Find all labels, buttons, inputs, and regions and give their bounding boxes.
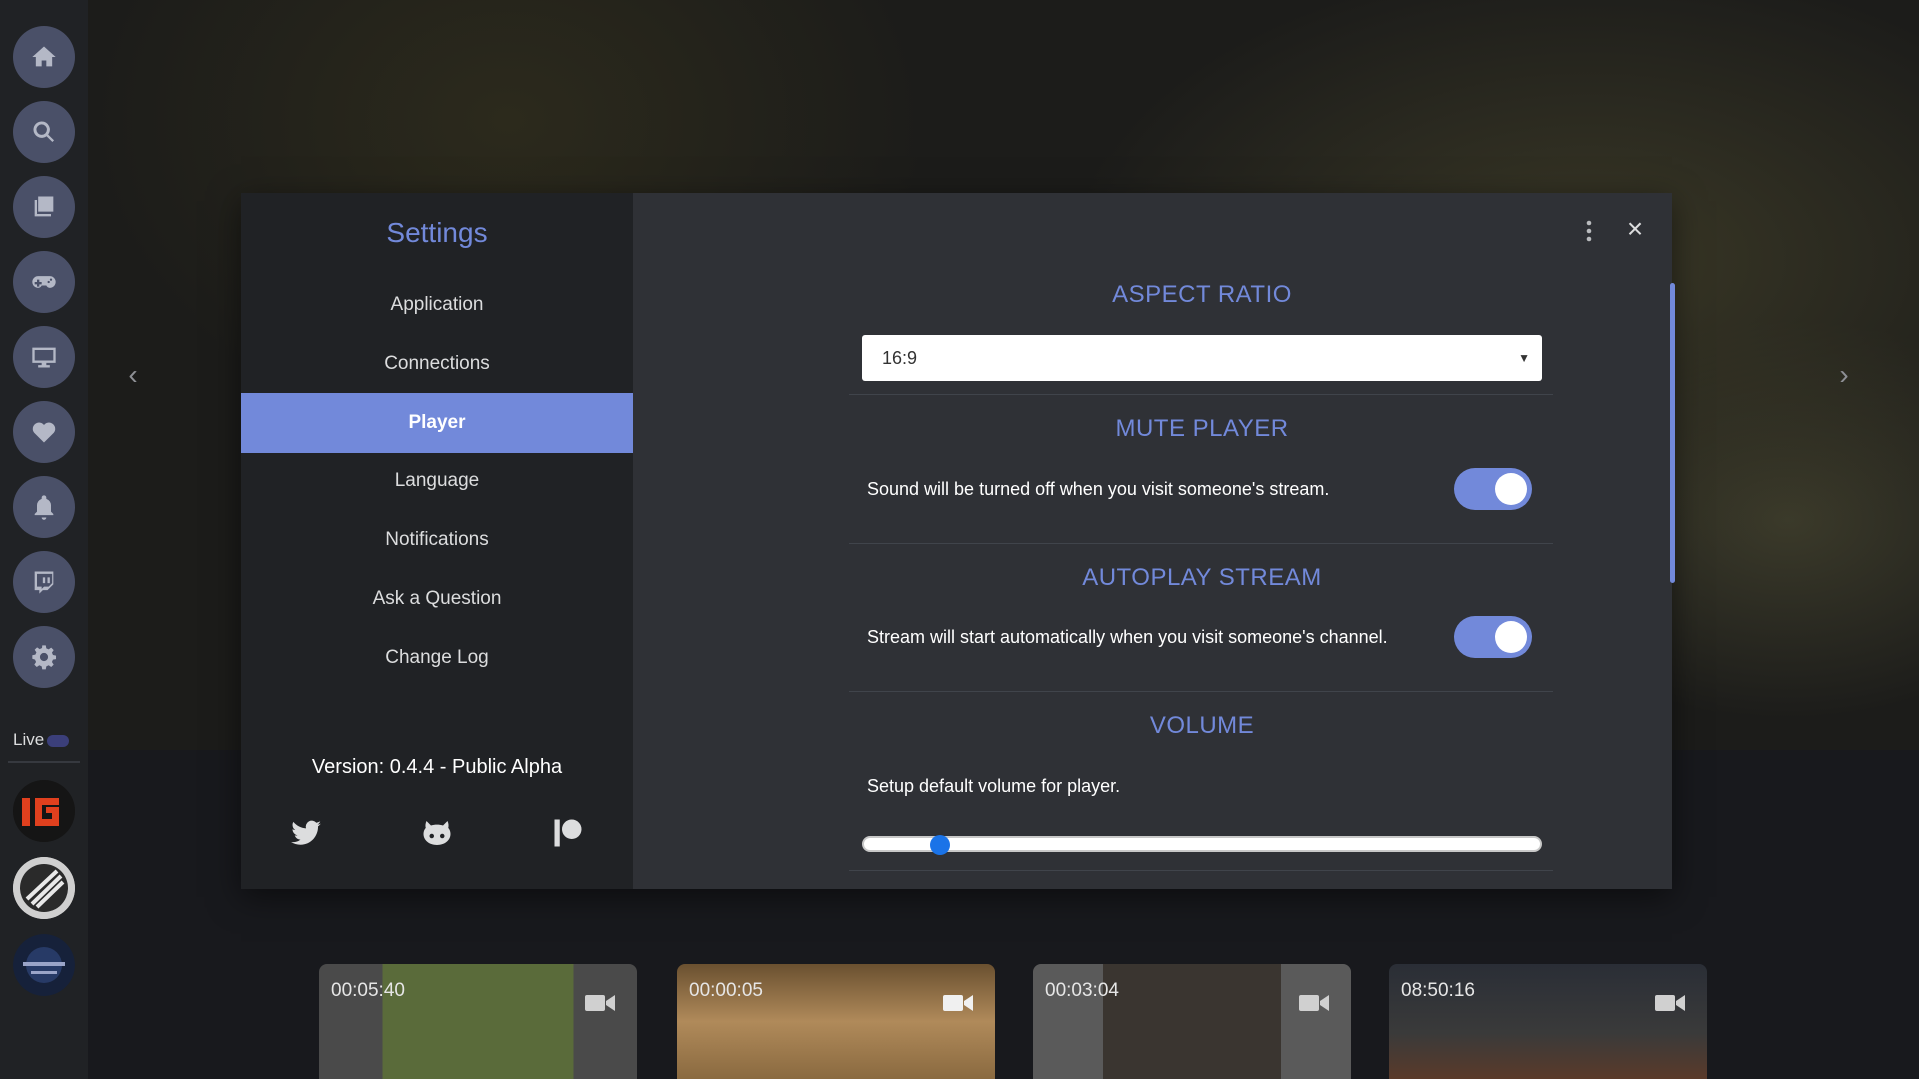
settings-title: Settings (386, 217, 488, 248)
channel-avatar-esl[interactable] (13, 857, 75, 919)
toggle-knob (1495, 473, 1527, 505)
video-thumbnail[interactable]: 00:03:04 (1033, 964, 1351, 1079)
live-label: Live (13, 730, 70, 750)
volume-description: Setup default volume for player. (867, 776, 1121, 796)
video-duration: 00:00:05 (689, 980, 763, 1001)
channel-avatar-dreamhack[interactable] (13, 934, 75, 996)
search-icon[interactable] (13, 101, 75, 163)
toggle-knob (1495, 621, 1527, 653)
volume-title: VOLUME (1149, 712, 1255, 739)
scrollbar[interactable] (1670, 283, 1675, 583)
heart-icon[interactable] (13, 401, 75, 463)
settings-nav-ask-question[interactable]: Ask a Question (241, 570, 633, 628)
divider (849, 691, 1553, 692)
left-rail: Live (0, 0, 88, 1079)
mute-player-description: Sound will be turned off when you visit … (867, 479, 1330, 499)
aspect-ratio-title: ASPECT RATIO (1112, 281, 1292, 308)
divider (849, 394, 1553, 395)
settings-content: × ASPECT RATIO 16:9 ▼ MUTE PLAYER Sound … (633, 193, 1672, 889)
settings-nav-application[interactable]: Application (241, 276, 633, 334)
settings-sidebar: Settings Application Connections Player … (241, 193, 633, 889)
divider (849, 870, 1553, 871)
channel-avatar-1g[interactable] (13, 780, 75, 842)
settings-modal: Settings Application Connections Player … (241, 193, 1675, 889)
more-options-icon[interactable] (1583, 219, 1595, 243)
settings-nav-player[interactable]: Player (241, 393, 633, 453)
mute-player-title: MUTE PLAYER (1115, 415, 1289, 442)
gear-icon[interactable] (13, 626, 75, 688)
autoplay-description: Stream will start automatically when you… (867, 627, 1388, 647)
gamepad-icon[interactable] (13, 251, 75, 313)
aspect-ratio-value: 16:9 (882, 348, 918, 368)
version-label: Version: 0.4.4 - Public Alpha (311, 756, 563, 778)
autoplay-toggle[interactable] (1454, 616, 1532, 658)
patreon-icon[interactable] (550, 815, 586, 851)
video-duration: 08:50:16 (1401, 980, 1475, 1001)
mute-player-toggle[interactable] (1454, 468, 1532, 510)
aspect-ratio-select[interactable]: 16:9 ▼ (862, 335, 1542, 381)
volume-slider-thumb[interactable] (929, 835, 950, 855)
twitter-icon[interactable] (288, 815, 324, 851)
live-indicator-icon (47, 734, 70, 747)
video-camera-icon (1655, 995, 1685, 1011)
bell-icon[interactable] (13, 476, 75, 538)
hero-prev-arrow-icon[interactable]: ‹ (118, 360, 148, 390)
video-camera-icon (1299, 995, 1329, 1011)
video-thumbnail[interactable]: 08:50:16 (1389, 964, 1707, 1079)
hero-next-arrow-icon[interactable]: › (1829, 360, 1859, 390)
video-camera-icon (585, 995, 615, 1011)
close-icon[interactable]: × (1623, 215, 1647, 243)
video-duration: 00:05:40 (331, 980, 405, 1001)
video-thumbnail[interactable]: 00:05:40 (319, 964, 637, 1079)
settings-nav-language[interactable]: Language (241, 452, 633, 510)
autoplay-stream-title: AUTOPLAY STREAM (1082, 564, 1322, 591)
video-thumbnail[interactable]: 00:00:05 (677, 964, 995, 1079)
chevron-down-icon: ▼ (1518, 351, 1530, 365)
video-duration: 00:03:04 (1045, 980, 1119, 1001)
github-icon[interactable] (419, 815, 455, 851)
settings-nav-change-log[interactable]: Change Log (241, 629, 633, 687)
settings-nav-notifications[interactable]: Notifications (241, 511, 633, 569)
divider (849, 543, 1553, 544)
twitch-icon[interactable] (13, 551, 75, 613)
video-camera-icon (943, 995, 973, 1011)
settings-nav-connections[interactable]: Connections (241, 335, 633, 393)
rail-divider (8, 761, 80, 763)
library-icon[interactable] (13, 176, 75, 238)
volume-slider[interactable] (862, 835, 1542, 855)
home-icon[interactable] (13, 26, 75, 88)
monitor-icon[interactable] (13, 326, 75, 388)
